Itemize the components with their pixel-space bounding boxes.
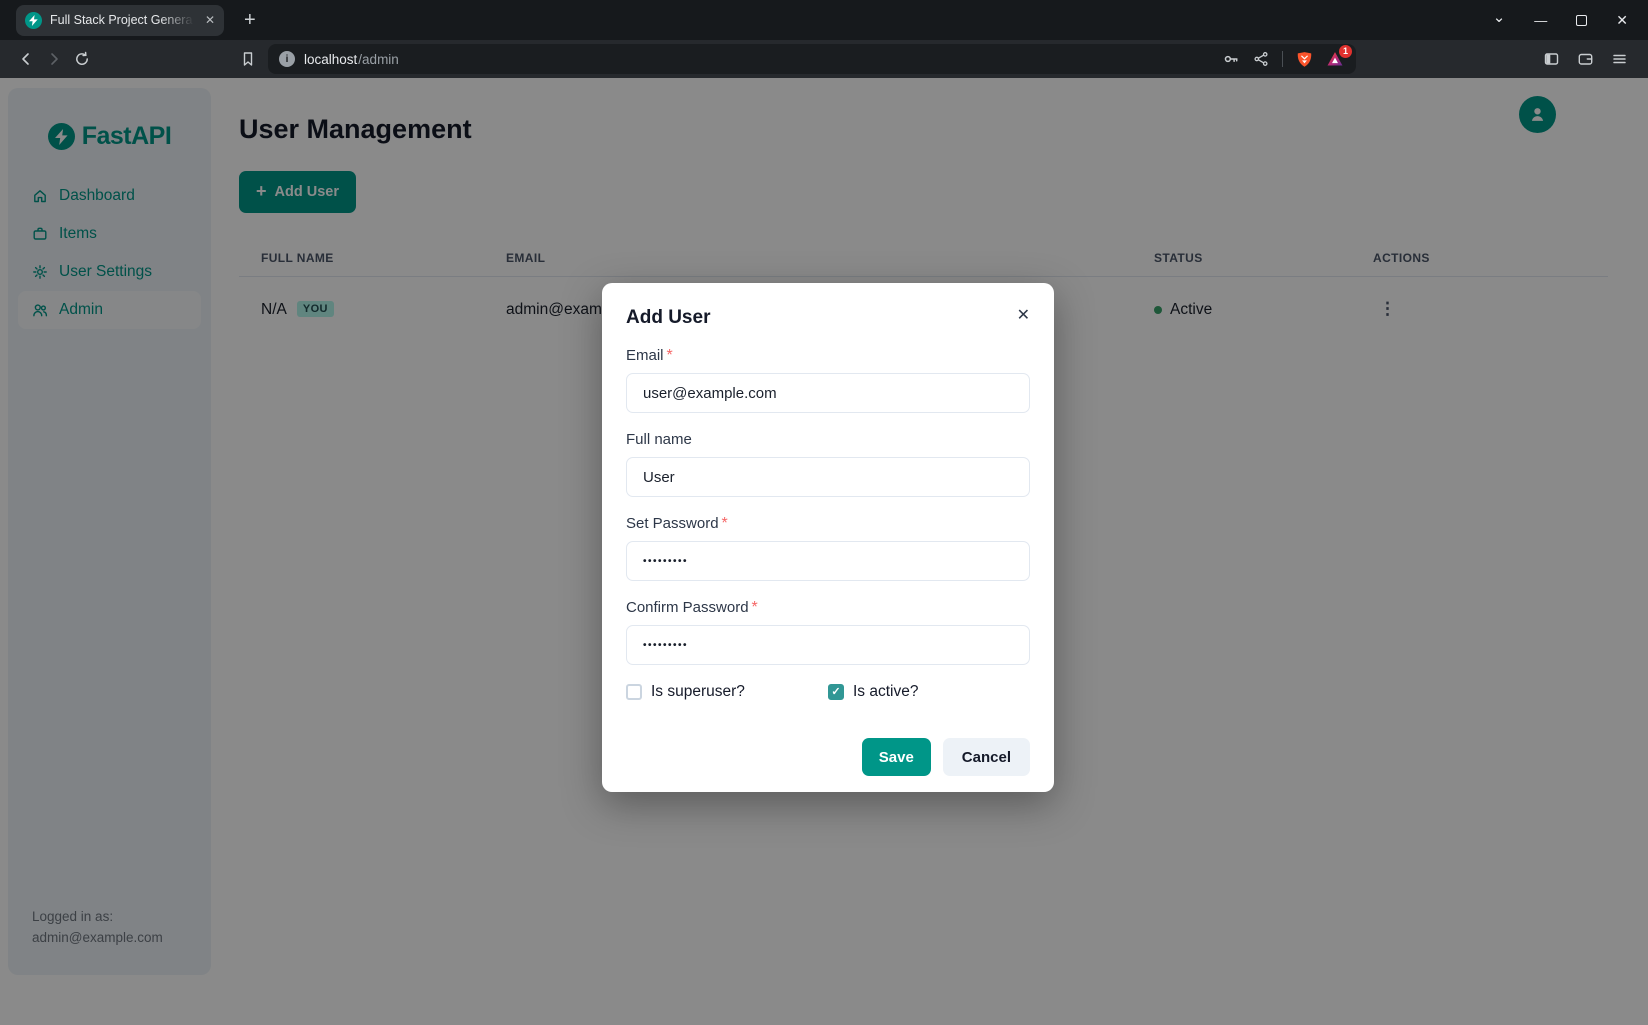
maximize-button[interactable] <box>1576 15 1587 26</box>
reload-icon[interactable] <box>68 45 96 73</box>
url-host: localhost <box>304 52 357 67</box>
tab-search-chevron-icon[interactable]: ⌄ <box>1493 8 1506 26</box>
set-password-field-group: Set Password* <box>626 515 1030 581</box>
checkbox-row: Is superuser? ✓ Is active? <box>626 683 1030 701</box>
modal-close-icon[interactable]: ✕ <box>1013 303 1034 327</box>
tab-title: Full Stack Project Genera <box>50 13 197 27</box>
menu-hamburger-icon[interactable] <box>1611 51 1628 67</box>
fastapi-favicon-icon <box>25 12 42 29</box>
new-tab-button[interactable]: + <box>244 10 256 30</box>
toolbar-divider <box>1282 51 1283 67</box>
modal-title: Add User <box>626 307 710 329</box>
modal-header: Add User ✕ <box>626 307 1030 329</box>
required-asterisk: * <box>752 599 758 616</box>
email-label: Email <box>626 347 664 364</box>
modal-buttons: Save Cancel <box>626 738 1030 776</box>
required-asterisk: * <box>667 347 673 364</box>
window-close-button[interactable]: ✕ <box>1616 12 1628 29</box>
brave-rewards-icon[interactable]: 1 <box>1326 51 1345 68</box>
minimize-button[interactable]: — <box>1534 13 1547 28</box>
is-superuser-checkbox[interactable]: Is superuser? <box>626 683 828 701</box>
share-icon[interactable] <box>1253 51 1269 67</box>
confirm-password-field-group: Confirm Password* <box>626 599 1030 665</box>
save-button[interactable]: Save <box>862 738 931 776</box>
toolbar-right <box>1543 51 1636 67</box>
email-field-group: Email* <box>626 347 1030 413</box>
forward-icon[interactable] <box>40 45 68 73</box>
full-name-label: Full name <box>626 431 692 448</box>
browser-window: Full Stack Project Genera ✕ + ⌄ — ✕ i lo… <box>0 0 1648 1025</box>
confirm-password-field[interactable] <box>626 625 1030 665</box>
checkbox-unchecked-icon[interactable] <box>626 684 642 700</box>
urlbar-actions: 1 <box>1223 51 1345 68</box>
tab-close-icon[interactable]: ✕ <box>205 14 215 26</box>
browser-tabbar: Full Stack Project Genera ✕ + ⌄ — ✕ <box>0 0 1648 40</box>
full-name-field[interactable] <box>626 457 1030 497</box>
url-path: /admin <box>358 52 399 67</box>
confirm-password-label: Confirm Password <box>626 599 749 616</box>
checkbox-checked-icon[interactable]: ✓ <box>828 684 844 700</box>
site-info-icon[interactable]: i <box>279 51 295 67</box>
brave-shield-icon[interactable] <box>1296 51 1313 68</box>
email-field[interactable] <box>626 373 1030 413</box>
window-controls: ⌄ — ✕ <box>1493 12 1648 29</box>
url-bar[interactable]: i localhost /admin <box>268 44 1356 74</box>
browser-toolbar: i localhost /admin <box>0 40 1648 78</box>
is-superuser-label: Is superuser? <box>651 683 745 701</box>
bookmark-icon[interactable] <box>234 45 262 73</box>
add-user-modal: Add User ✕ Email* Full name Set Password… <box>602 283 1054 792</box>
cancel-button[interactable]: Cancel <box>943 738 1030 776</box>
wallet-icon[interactable] <box>1577 51 1594 67</box>
key-icon[interactable] <box>1223 51 1240 67</box>
browser-tab[interactable]: Full Stack Project Genera ✕ <box>16 5 224 36</box>
sidebar-toggle-icon[interactable] <box>1543 51 1560 67</box>
set-password-field[interactable] <box>626 541 1030 581</box>
full-name-field-group: Full name <box>626 431 1030 497</box>
is-active-checkbox[interactable]: ✓ Is active? <box>828 683 1030 701</box>
is-active-label: Is active? <box>853 683 918 701</box>
rewards-badge: 1 <box>1339 45 1352 58</box>
set-password-label: Set Password <box>626 515 719 532</box>
page: FastAPI Dashboard Items <box>0 78 1648 1025</box>
required-asterisk: * <box>722 515 728 532</box>
back-icon[interactable] <box>12 45 40 73</box>
